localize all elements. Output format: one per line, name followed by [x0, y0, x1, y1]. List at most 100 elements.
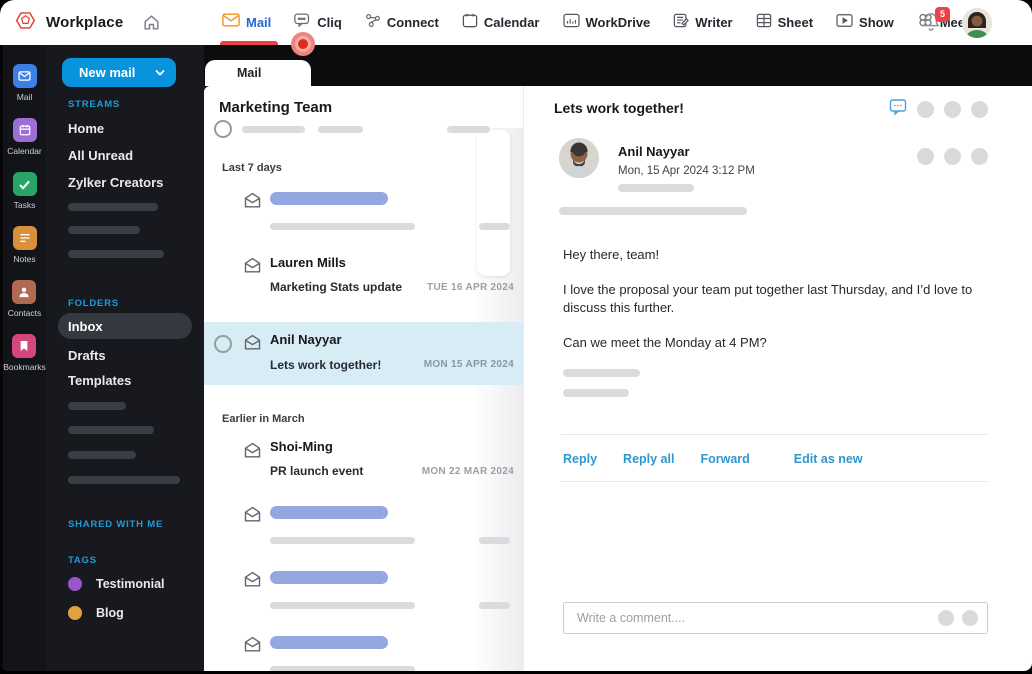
- mail-icon: [222, 13, 240, 32]
- nav-item-workdrive[interactable]: WorkDrive: [562, 0, 650, 45]
- notifications-bell[interactable]: 5: [922, 6, 950, 34]
- mail-row-skeleton[interactable]: [204, 628, 523, 671]
- mail-row-anil-nayyar[interactable]: Anil Nayyar Lets work together! MON 15 A…: [204, 322, 523, 385]
- comment-input[interactable]: [577, 603, 877, 633]
- mail-tab[interactable]: Mail: [205, 60, 311, 86]
- tags-header: TAGS: [68, 555, 97, 566]
- skeleton-bar: [68, 402, 126, 410]
- action-circle-button[interactable]: [917, 148, 934, 165]
- mail-row-skeleton[interactable]: [204, 498, 523, 554]
- skeleton-bar: [68, 451, 136, 459]
- connect-icon: [365, 13, 381, 33]
- body-paragraph: Hey there, team!: [563, 247, 660, 262]
- mail-open-icon: [243, 192, 262, 214]
- folders-header: FOLDERS: [68, 298, 119, 309]
- nav-item-mail[interactable]: Mail: [220, 0, 278, 45]
- mail-list-panel: Marketing Team Last 7 days Lauren Mills …: [204, 86, 523, 671]
- skeleton-bar: [479, 602, 510, 609]
- mail-open-icon: [243, 571, 262, 593]
- nav-item-show[interactable]: Show: [836, 0, 894, 45]
- nav-item-writer[interactable]: Writer: [673, 0, 733, 45]
- body-paragraph: Can we meet the Monday at 4 PM?: [563, 334, 767, 350]
- sidebar-item-home[interactable]: Home: [68, 121, 104, 136]
- nav-item-calendar[interactable]: Calendar: [462, 0, 540, 45]
- rail-mail-icon: [12, 64, 37, 88]
- rail-bookmarks-icon: [12, 334, 37, 358]
- chevron-down-icon: [155, 69, 165, 76]
- nav-item-sheet[interactable]: Sheet: [756, 0, 813, 45]
- mail-open-icon: [243, 334, 262, 356]
- skeleton-bar: [270, 636, 388, 649]
- tag-item-blog[interactable]: Blog: [68, 606, 124, 620]
- nav-item-connect[interactable]: Connect: [365, 0, 439, 45]
- sidebar-item-all-unread[interactable]: All Unread: [68, 148, 133, 163]
- sidebar-item-templates[interactable]: Templates: [68, 373, 131, 388]
- sender-name: Anil Nayyar: [618, 144, 690, 159]
- sidebar-item-inbox[interactable]: Inbox: [58, 313, 192, 339]
- notification-badge: 5: [935, 6, 950, 22]
- skeleton-bar: [447, 126, 490, 133]
- rail-calendar-icon: [12, 118, 37, 142]
- action-circle-button[interactable]: [971, 101, 988, 118]
- calendar-icon: [462, 13, 478, 33]
- email-subject: Lets work together!: [554, 100, 684, 116]
- skeleton-bar: [318, 126, 363, 133]
- tag-color-dot: [68, 606, 82, 620]
- comment-action-circle[interactable]: [962, 610, 978, 626]
- show-icon: [836, 13, 853, 33]
- edit-as-new-button[interactable]: Edit as new: [794, 452, 863, 466]
- tag-item-testimonial[interactable]: Testimonial: [68, 577, 165, 591]
- reading-pane: Lets work together! Anil Nayyar Mon, 15 …: [523, 86, 1032, 671]
- new-mail-button[interactable]: New mail: [62, 58, 176, 87]
- mail-row-skeleton[interactable]: [204, 184, 523, 240]
- body-paragraph: I love the proposal your team put togeth…: [563, 281, 973, 315]
- reply-button[interactable]: Reply: [563, 452, 597, 466]
- skeleton-bar: [479, 537, 510, 544]
- rail-item-mail[interactable]: Mail: [12, 64, 37, 102]
- mail-open-icon: [243, 442, 262, 464]
- skeleton-bar: [563, 389, 629, 397]
- skeleton-bar: [242, 126, 305, 133]
- mail-open-icon: [243, 636, 262, 658]
- action-circle-button[interactable]: [971, 148, 988, 165]
- sidebar-item-zylker-creators[interactable]: Zylker Creators: [68, 175, 163, 190]
- rail-item-notes[interactable]: Notes: [12, 226, 37, 264]
- rail-item-bookmarks[interactable]: Bookmarks: [3, 334, 46, 372]
- list-title: Marketing Team: [219, 99, 333, 116]
- rail-item-contacts[interactable]: Contacts: [8, 280, 41, 318]
- skeleton-bar: [270, 192, 388, 205]
- comment-icon[interactable]: [889, 98, 907, 121]
- rail-item-calendar[interactable]: Calendar: [7, 118, 42, 156]
- tag-color-dot: [68, 577, 82, 591]
- skeleton-bar: [68, 203, 158, 211]
- skeleton-bar: [270, 537, 415, 544]
- action-circle-button[interactable]: [944, 101, 961, 118]
- skeleton-bar: [68, 226, 140, 234]
- mail-sidebar: New mail STREAMS Home All Unread Zylker …: [46, 45, 204, 671]
- home-icon[interactable]: [142, 13, 161, 32]
- streams-header: STREAMS: [68, 99, 121, 110]
- email-actions: Reply Reply all Forward Edit as new: [563, 452, 863, 466]
- email-body: Hey there, team! I love the proposal you…: [563, 246, 1008, 369]
- mail-row-lauren-mills[interactable]: Lauren Mills Marketing Stats update TUE …: [204, 246, 523, 308]
- skeleton-bar: [559, 207, 747, 215]
- app-rail: Mail Calendar Tasks Notes Contacts Bookm…: [0, 45, 46, 671]
- rail-item-tasks[interactable]: Tasks: [12, 172, 37, 210]
- sidebar-item-drafts[interactable]: Drafts: [68, 348, 106, 363]
- forward-button[interactable]: Forward: [700, 452, 749, 466]
- comment-action-circle[interactable]: [938, 610, 954, 626]
- reply-all-button[interactable]: Reply all: [623, 452, 674, 466]
- skeleton-bar: [68, 250, 164, 258]
- user-avatar[interactable]: [962, 7, 992, 38]
- select-all-checkbox[interactable]: [214, 120, 232, 138]
- mail-row-skeleton[interactable]: [204, 563, 523, 619]
- mail-row-shoi-ming[interactable]: Shoi-Ming PR launch event MON 22 MAR 202…: [204, 431, 523, 489]
- brand-title: Workplace: [46, 14, 124, 31]
- action-circle-button[interactable]: [944, 148, 961, 165]
- sheet-icon: [756, 13, 772, 33]
- skeleton-bar: [270, 666, 415, 671]
- writer-icon: [673, 13, 690, 33]
- action-circle-button[interactable]: [917, 101, 934, 118]
- coachmark-pulse-dot[interactable]: [291, 32, 315, 56]
- mail-checkbox[interactable]: [214, 335, 232, 353]
